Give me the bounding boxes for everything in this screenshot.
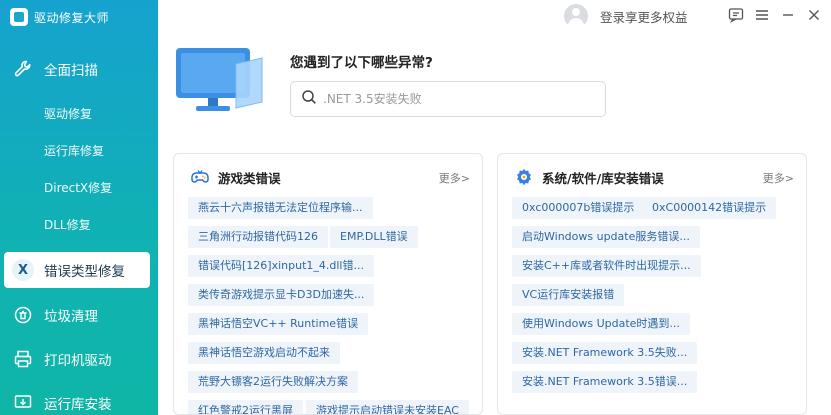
sidebar-item-runtime-install[interactable]: 运行库安装 bbox=[0, 383, 158, 415]
sidebar-item-label: 运行库安装 bbox=[44, 397, 112, 413]
error-tag[interactable]: 安装C++库或者软件时出现提示... bbox=[512, 255, 701, 277]
minimize-icon[interactable] bbox=[779, 6, 797, 24]
more-link[interactable]: 更多> bbox=[439, 170, 470, 186]
error-tag[interactable]: 三角洲行动报错代码126 bbox=[188, 226, 328, 248]
system-errors-panel: 系统/软件/库安装错误 更多> 0xc000007b错误提示 0xC000014… bbox=[497, 153, 807, 415]
error-tag[interactable]: 黑神话悟空游戏启动不起来 bbox=[188, 342, 340, 364]
sidebar-item-junk-clean[interactable]: 垃圾清理 bbox=[0, 295, 158, 335]
sidebar-subitem-runtime-repair[interactable]: 运行库修复 bbox=[44, 141, 104, 161]
sidebar: 驱动修复大师 全面扫描 驱动修复 运行库修复 DirectX修复 DLL修复 X… bbox=[0, 0, 158, 415]
error-tag[interactable]: 燕云十六声报错无法定位程序输... bbox=[188, 197, 373, 219]
search-box[interactable] bbox=[290, 81, 606, 117]
more-link[interactable]: 更多> bbox=[763, 170, 794, 186]
sidebar-item-label: 垃圾清理 bbox=[44, 309, 98, 325]
login-link[interactable]: 登录享更多权益 bbox=[564, 3, 688, 29]
gear-icon bbox=[514, 167, 534, 187]
app-logo-icon bbox=[10, 8, 28, 26]
error-tag[interactable]: 启动Windows update服务错误... bbox=[512, 226, 700, 248]
close-icon[interactable] bbox=[805, 6, 823, 24]
error-tag[interactable]: VC运行库安装报错 bbox=[512, 284, 625, 306]
printer-icon bbox=[12, 348, 34, 370]
panel-header: 游戏类错误 bbox=[190, 166, 281, 188]
sidebar-item-label: 打印机驱动 bbox=[44, 353, 112, 369]
error-tag[interactable]: EMP.DLL错误 bbox=[330, 226, 418, 248]
sidebar-item-printer-driver[interactable]: 打印机驱动 bbox=[0, 339, 158, 379]
error-tag[interactable]: 游戏提示启动错误未安装EAC bbox=[306, 400, 469, 414]
error-tag[interactable]: 0xC0000142错误提示 bbox=[642, 197, 777, 219]
sidebar-subitem-driver-repair[interactable]: 驱动修复 bbox=[44, 104, 92, 124]
game-errors-panel: 游戏类错误 更多> 燕云十六声报错无法定位程序输... 三角洲行动报错代码126… bbox=[173, 153, 483, 415]
app-title-bar: 驱动修复大师 bbox=[10, 6, 109, 28]
sidebar-item-full-scan[interactable]: 全面扫描 bbox=[0, 49, 158, 89]
error-tag[interactable]: 安装.NET Framework 3.5失败... bbox=[512, 342, 698, 364]
trash-icon bbox=[12, 304, 34, 326]
page-title: 您遇到了以下哪些异常? bbox=[290, 55, 433, 71]
sidebar-item-label: 全面扫描 bbox=[44, 63, 98, 79]
error-repair-icon: X bbox=[12, 259, 34, 281]
error-tag[interactable]: 黑神话悟空VC++ Runtime错误 bbox=[188, 313, 369, 335]
sidebar-subitem-dll-repair[interactable]: DLL修复 bbox=[44, 215, 91, 235]
wrench-icon bbox=[12, 58, 34, 80]
search-icon bbox=[301, 89, 317, 109]
monitor-illustration-icon bbox=[174, 46, 266, 116]
panel-header: 系统/软件/库安装错误 bbox=[514, 166, 664, 188]
sidebar-subitem-directx-repair[interactable]: DirectX修复 bbox=[44, 178, 112, 198]
error-tag[interactable]: 红色警戒2运行黑屏 bbox=[188, 400, 303, 414]
sidebar-item-error-type-repair[interactable]: X 错误类型修复 bbox=[4, 252, 150, 288]
sidebar-item-label: 错误类型修复 bbox=[44, 264, 125, 280]
error-tag[interactable]: 使用Windows Update时遇到... bbox=[512, 313, 690, 335]
user-avatar-icon bbox=[564, 4, 588, 28]
error-tag[interactable]: 安装.NET Framework 3.5错误... bbox=[512, 371, 698, 393]
login-text: 登录享更多权益 bbox=[600, 9, 688, 25]
gamepad-icon bbox=[190, 167, 210, 187]
install-icon bbox=[12, 392, 34, 414]
search-input[interactable] bbox=[323, 92, 593, 106]
panel-title: 系统/软件/库安装错误 bbox=[542, 170, 664, 186]
error-tag[interactable]: 0xc000007b错误提示 bbox=[512, 197, 645, 219]
error-tag[interactable]: 荒野大镖客2运行失败解决方案 bbox=[188, 371, 358, 393]
app-title: 驱动修复大师 bbox=[34, 10, 110, 25]
panel-title: 游戏类错误 bbox=[218, 170, 281, 186]
feedback-icon[interactable] bbox=[727, 6, 745, 24]
menu-icon[interactable] bbox=[753, 6, 771, 24]
error-tag[interactable]: 类传奇游戏提示显卡D3D加速失... bbox=[188, 284, 375, 306]
error-tag[interactable]: 错误代码[126]xinput1_4.dll错... bbox=[188, 255, 374, 277]
